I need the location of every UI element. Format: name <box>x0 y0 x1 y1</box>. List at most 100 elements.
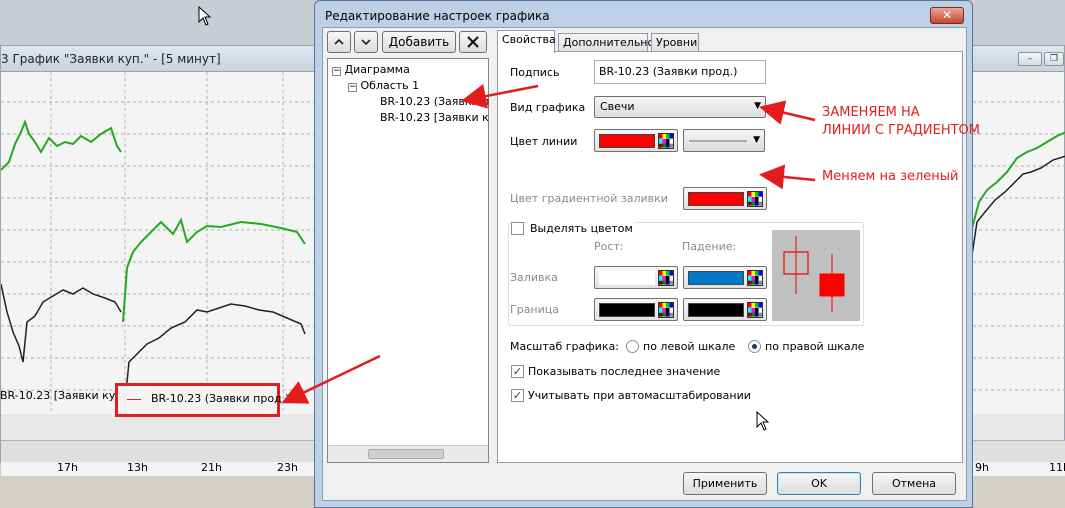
minimize-icon[interactable]: – <box>1018 52 1042 66</box>
dialog-client-area: Добавить − Диаграмма − Область 1 BR-10.2… <box>322 27 967 501</box>
palette-icon[interactable] <box>747 302 763 318</box>
chart-window-right: – ❐ 9h 11h <box>966 45 1065 476</box>
mouse-cursor-icon <box>756 411 770 431</box>
scale-left-radio[interactable] <box>626 340 639 353</box>
legend-highlight-box: BR-10.23 (Заявки прод.) <box>115 383 289 417</box>
chart-plot-area[interactable] <box>0 72 316 414</box>
chart-series <box>0 72 316 414</box>
time-label: 23h <box>277 461 298 474</box>
series-tree[interactable]: − Диаграмма − Область 1 BR-10.23 (Заявки… <box>327 58 489 463</box>
tab-properties[interactable]: Свойства <box>497 30 556 53</box>
candle-preview <box>772 230 860 321</box>
time-label: 9h <box>975 461 989 474</box>
apply-button[interactable]: Применить <box>683 472 767 495</box>
chart-settings-dialog: Редактирование настроек графика ✕ Добави… <box>314 0 973 508</box>
close-icon[interactable]: ✕ <box>930 7 964 24</box>
tree-label-area: Область 1 <box>360 79 420 92</box>
chart-type-label: Вид графика <box>510 101 586 114</box>
tab-advanced[interactable]: Дополнительно <box>558 33 654 52</box>
chart-scrollbar[interactable] <box>1 440 316 462</box>
close-x-icon <box>467 36 479 48</box>
buy-series-line <box>0 119 122 171</box>
palette-icon[interactable] <box>658 302 674 318</box>
chart-window-titlebar-right: – ❐ <box>967 46 1064 72</box>
caption-label: Подпись <box>510 66 560 79</box>
color-swatch <box>688 303 744 317</box>
mouse-cursor-icon <box>198 6 212 26</box>
candlestick-icon <box>783 236 845 312</box>
scroll-thumb[interactable] <box>368 449 444 459</box>
scale-right-radio[interactable] <box>748 340 761 353</box>
palette-icon[interactable] <box>747 270 763 286</box>
annotation-line-2: ЛИНИИ С ГРАДИЕНТОМ <box>822 123 980 138</box>
buy-series-line-right <box>970 131 1065 233</box>
cancel-button[interactable]: Отмена <box>872 472 956 495</box>
tab-levels[interactable]: Уровни <box>651 33 699 52</box>
ok-button[interactable]: OK <box>777 472 861 495</box>
tree-node-area[interactable]: − Область 1 <box>348 79 419 93</box>
palette-icon[interactable] <box>747 191 763 207</box>
time-label: 13h <box>127 461 148 474</box>
chart-plot-area-right[interactable] <box>967 72 1065 414</box>
fill-fall-picker[interactable] <box>683 266 767 289</box>
line-color-picker[interactable] <box>594 129 678 152</box>
scale-right-label: по правой шкале <box>765 340 865 353</box>
chart-type-value: Свечи <box>600 100 635 113</box>
color-swatch <box>688 192 744 206</box>
chart-scrollbar-right[interactable] <box>967 440 1065 462</box>
tree-node-diagram[interactable]: − Диаграмма <box>332 63 410 77</box>
highlight-checkbox[interactable] <box>511 222 524 235</box>
line-color-label: Цвет линии <box>510 135 578 148</box>
time-label: 11h <box>1049 461 1065 474</box>
time-label: 21h <box>201 461 222 474</box>
dropdown-arrow-icon: ▼ <box>754 101 761 111</box>
color-swatch <box>599 303 655 317</box>
chart-type-select[interactable]: Свечи ▼ <box>594 96 766 118</box>
autoscale-label: Учитывать при автомасштабировании <box>528 389 751 402</box>
autoscale-checkbox[interactable]: ✓ <box>511 389 524 402</box>
annotation-line-1: ЗАМЕНЯЕМ НА <box>822 105 920 120</box>
gradient-color-picker[interactable] <box>683 187 767 210</box>
chart-series-right <box>967 101 1065 391</box>
line-style-select[interactable]: ▼ <box>683 129 765 152</box>
annotation-note-1: ЗАМЕНЯЕМ НА ЛИНИИ С ГРАДИЕНТОМ <box>822 104 980 140</box>
border-rise-picker[interactable] <box>594 298 678 321</box>
tree-hscrollbar[interactable] <box>328 445 488 462</box>
border-fall-picker[interactable] <box>683 298 767 321</box>
tree-item-buy-series[interactable]: BR-10.23 [Заявки к <box>380 111 489 125</box>
add-button[interactable]: Добавить <box>382 31 456 53</box>
rise-label: Рост: <box>594 240 624 253</box>
tree-item-sell-series[interactable]: BR-10.23 (Заявки п <box>380 95 489 109</box>
delete-button[interactable] <box>459 31 487 53</box>
legend-item-buy: BR-10.23 [Заявки куп.] <box>0 389 131 402</box>
chart-window-title: 3 График "Заявки куп." - [5 минут] <box>1 46 314 72</box>
buy-series-line-2 <box>122 217 306 323</box>
move-up-button[interactable] <box>327 31 351 53</box>
legend-line-icon <box>127 399 141 400</box>
fall-label: Падение: <box>682 240 737 253</box>
chevron-up-icon <box>334 38 344 45</box>
color-swatch <box>599 271 655 285</box>
fill-rise-picker[interactable] <box>594 266 678 289</box>
dropdown-arrow-icon: ▼ <box>753 135 760 145</box>
fill-label: Заливка <box>510 271 558 284</box>
palette-icon[interactable] <box>658 133 674 149</box>
collapse-icon[interactable]: − <box>332 67 341 76</box>
highlight-label: Выделять цветом <box>528 222 635 235</box>
legend-item-sell: BR-10.23 (Заявки прод.) <box>151 392 290 405</box>
collapse-icon[interactable]: − <box>348 83 357 92</box>
move-down-button[interactable] <box>354 31 378 53</box>
gradient-color-label: Цвет градиентной заливки <box>510 192 668 205</box>
restore-icon[interactable]: ❐ <box>1044 52 1064 66</box>
color-swatch <box>599 134 655 148</box>
line-style-preview <box>689 140 747 142</box>
color-swatch <box>688 271 744 285</box>
time-label: 17h <box>57 461 78 474</box>
chevron-down-icon <box>361 39 371 46</box>
palette-icon[interactable] <box>658 270 674 286</box>
show-last-value-checkbox[interactable]: ✓ <box>511 365 524 378</box>
tree-label-diagram: Диаграмма <box>344 63 410 76</box>
caption-input[interactable]: BR-10.23 (Заявки прод.) <box>594 60 766 84</box>
scale-label: Масштаб графика: <box>510 340 619 353</box>
show-last-value-label: Показывать последнее значение <box>528 365 721 378</box>
